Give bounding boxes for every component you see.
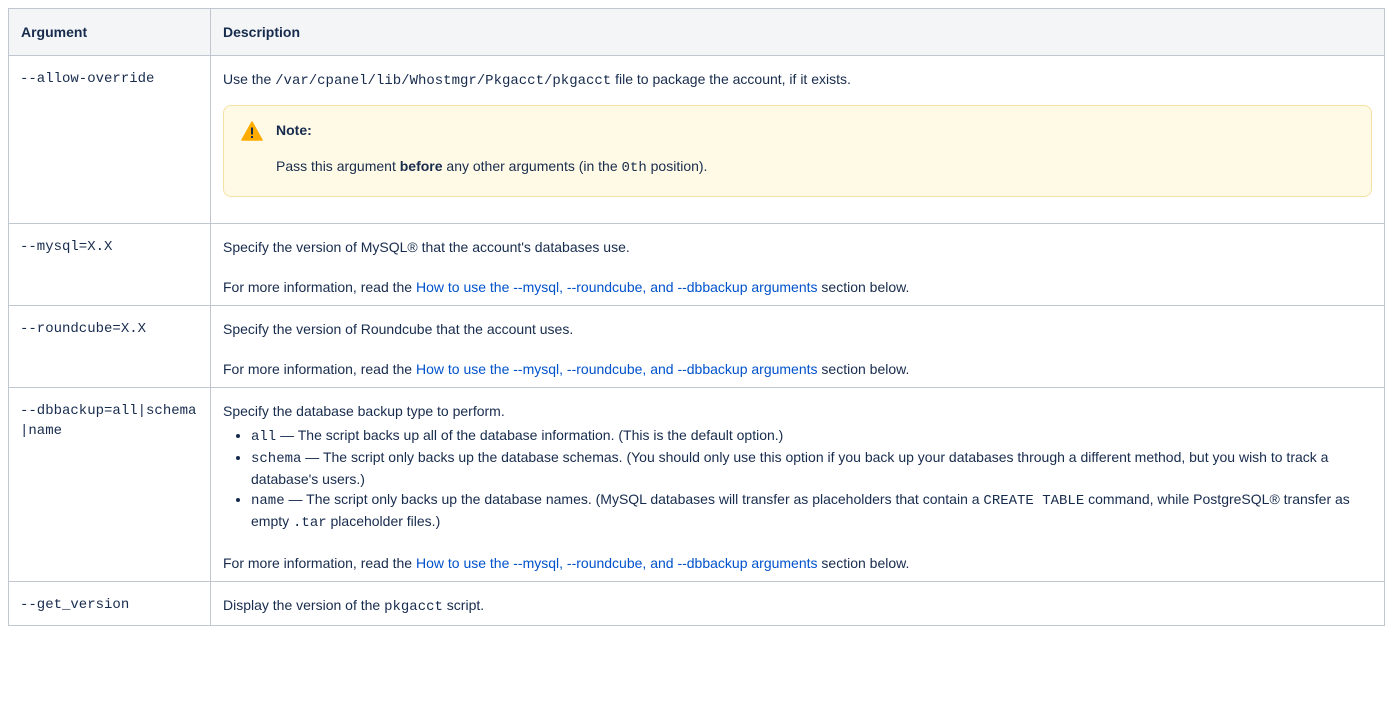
description-cell: Specify the version of MySQL® that the a… <box>210 223 1385 306</box>
table-row: --roundcube=X.X Specify the version of R… <box>8 305 1385 388</box>
list-item: schema — The script only backs up the da… <box>251 447 1372 489</box>
text: position). <box>646 158 708 174</box>
note-panel: Note: Pass this argument before any othe… <box>223 105 1372 197</box>
description-cell: Specify the database backup type to perf… <box>210 387 1385 582</box>
description-text: Display the version of the pkgacct scrip… <box>223 595 1372 617</box>
inline-code: schema <box>251 451 302 467</box>
text: Use the <box>223 71 276 87</box>
description-cell: Display the version of the pkgacct scrip… <box>210 581 1385 626</box>
inline-code: CREATE TABLE <box>983 493 1085 509</box>
description-text: Specify the version of Roundcube that th… <box>223 321 574 337</box>
bold-text: before <box>399 158 443 174</box>
header-description: Description <box>210 8 1385 56</box>
table-header-row: Argument Description <box>8 8 1385 56</box>
text: For more information, read the <box>223 555 416 571</box>
inline-code: pkgacct <box>384 599 443 615</box>
text: section below. <box>817 555 910 571</box>
text: — The script only backs up the database … <box>284 491 984 507</box>
more-info: For more information, read the How to us… <box>223 553 1372 573</box>
text: For more information, read the <box>223 361 416 377</box>
description-text: Specify the database backup type to perf… <box>223 403 505 419</box>
section-link[interactable]: How to use the --mysql, --roundcube, and… <box>416 555 818 571</box>
table-row: --allow-override Use the /var/cpanel/lib… <box>8 55 1385 224</box>
backup-types-list: all — The script backs up all of the dat… <box>223 425 1372 533</box>
description-cell: Use the /var/cpanel/lib/Whostmgr/Pkgacct… <box>210 55 1385 224</box>
arguments-table: Argument Description --allow-override Us… <box>8 8 1385 626</box>
inline-code: name <box>251 493 285 509</box>
text: any other arguments (in the <box>442 158 622 174</box>
more-info: For more information, read the How to us… <box>223 359 1372 379</box>
text: — The script backs up all of the databas… <box>276 427 784 443</box>
text: Display the version of the <box>223 597 385 613</box>
warning-icon <box>241 121 263 141</box>
path-code: /var/cpanel/lib/Whostmgr/Pkgacct/pkgacct <box>275 73 612 89</box>
text: For more information, read the <box>223 279 416 295</box>
text: Pass this argument <box>276 158 400 174</box>
section-link[interactable]: How to use the --mysql, --roundcube, and… <box>416 279 818 295</box>
table-row: --mysql=X.X Specify the version of MySQL… <box>8 223 1385 306</box>
argument-cell: --dbbackup=all|schema|name <box>8 387 211 582</box>
text: script. <box>442 597 485 613</box>
description-text: Specify the version of MySQL® that the a… <box>223 239 630 255</box>
argument-cell: --allow-override <box>8 55 211 224</box>
inline-code: 0th <box>621 160 647 176</box>
text: section below. <box>817 279 910 295</box>
list-item: all — The script backs up all of the dat… <box>251 425 1372 447</box>
text: file to package the account, if it exist… <box>611 71 851 87</box>
inline-code: all <box>251 429 277 445</box>
text: — The script only backs up the database … <box>251 449 1329 487</box>
section-link[interactable]: How to use the --mysql, --roundcube, and… <box>416 361 818 377</box>
inline-code: .tar <box>293 515 327 531</box>
argument-cell: --mysql=X.X <box>8 223 211 306</box>
argument-cell: --roundcube=X.X <box>8 305 211 388</box>
header-argument: Argument <box>8 8 211 56</box>
note-title: Note: <box>276 122 312 138</box>
note-body: Pass this argument before any other argu… <box>276 156 1355 178</box>
table-row: --get_version Display the version of the… <box>8 581 1385 626</box>
table-row: --dbbackup=all|schema|name Specify the d… <box>8 387 1385 582</box>
text: placeholder files.) <box>326 513 441 529</box>
description-cell: Specify the version of Roundcube that th… <box>210 305 1385 388</box>
list-item: name — The script only backs up the data… <box>251 489 1372 533</box>
more-info: For more information, read the How to us… <box>223 277 1372 297</box>
argument-cell: --get_version <box>8 581 211 626</box>
text: section below. <box>817 361 910 377</box>
